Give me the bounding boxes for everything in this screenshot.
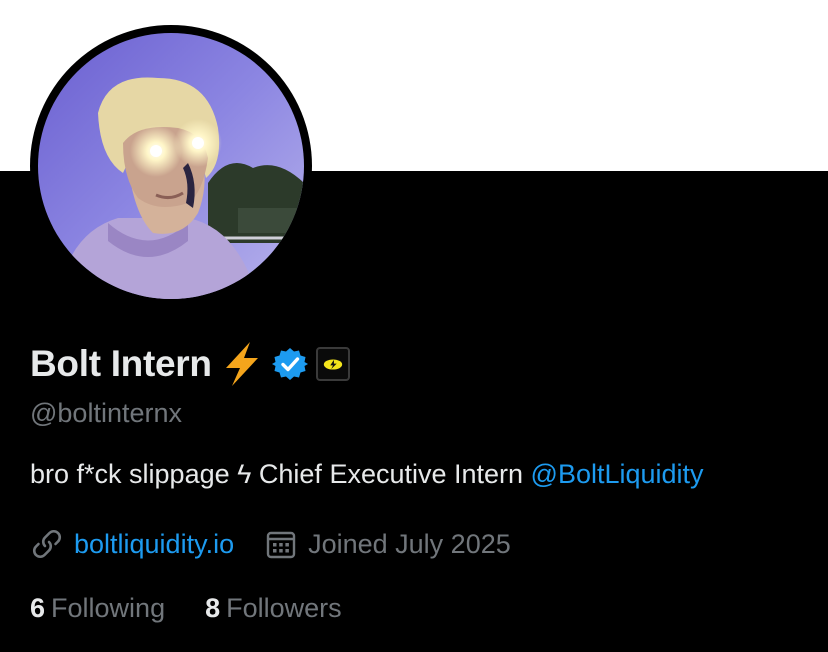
joined-date: Joined July 2025 [308, 528, 511, 559]
website-link[interactable]: boltliquidity.io [74, 529, 234, 560]
display-name-row: Bolt Intern [30, 340, 350, 388]
link-icon [30, 527, 64, 561]
lightning-bolt-emoji-icon [220, 340, 264, 388]
calendar-icon [264, 527, 298, 561]
follow-stats: 6 Following 8 Followers [30, 593, 382, 624]
followers-link[interactable]: 8 Followers [205, 593, 342, 624]
profile-handle: @boltinternx [30, 398, 182, 428]
bio-text: bro f*ck slippage ϟ Chief Executive Inte… [30, 459, 531, 489]
following-count: 6 [30, 593, 46, 623]
avatar[interactable] [30, 25, 312, 307]
bio-mention-link[interactable]: @BoltLiquidity [531, 459, 704, 489]
profile-meta: boltliquidity.io Joined July 2025 [30, 525, 541, 563]
joined-item: Joined July 2025 [264, 527, 511, 561]
followers-count: 8 [205, 593, 221, 623]
website-item: boltliquidity.io [30, 527, 234, 561]
avatar-image [38, 33, 304, 299]
display-name: Bolt Intern [30, 343, 212, 384]
following-link[interactable]: 6 Following [30, 593, 165, 624]
verified-badge-icon[interactable] [271, 346, 308, 382]
affiliate-badge-icon[interactable] [315, 347, 350, 381]
profile-bio: bro f*ck slippage ϟ Chief Executive Inte… [30, 459, 704, 490]
followers-label: Followers [226, 593, 342, 623]
following-label: Following [51, 593, 166, 623]
